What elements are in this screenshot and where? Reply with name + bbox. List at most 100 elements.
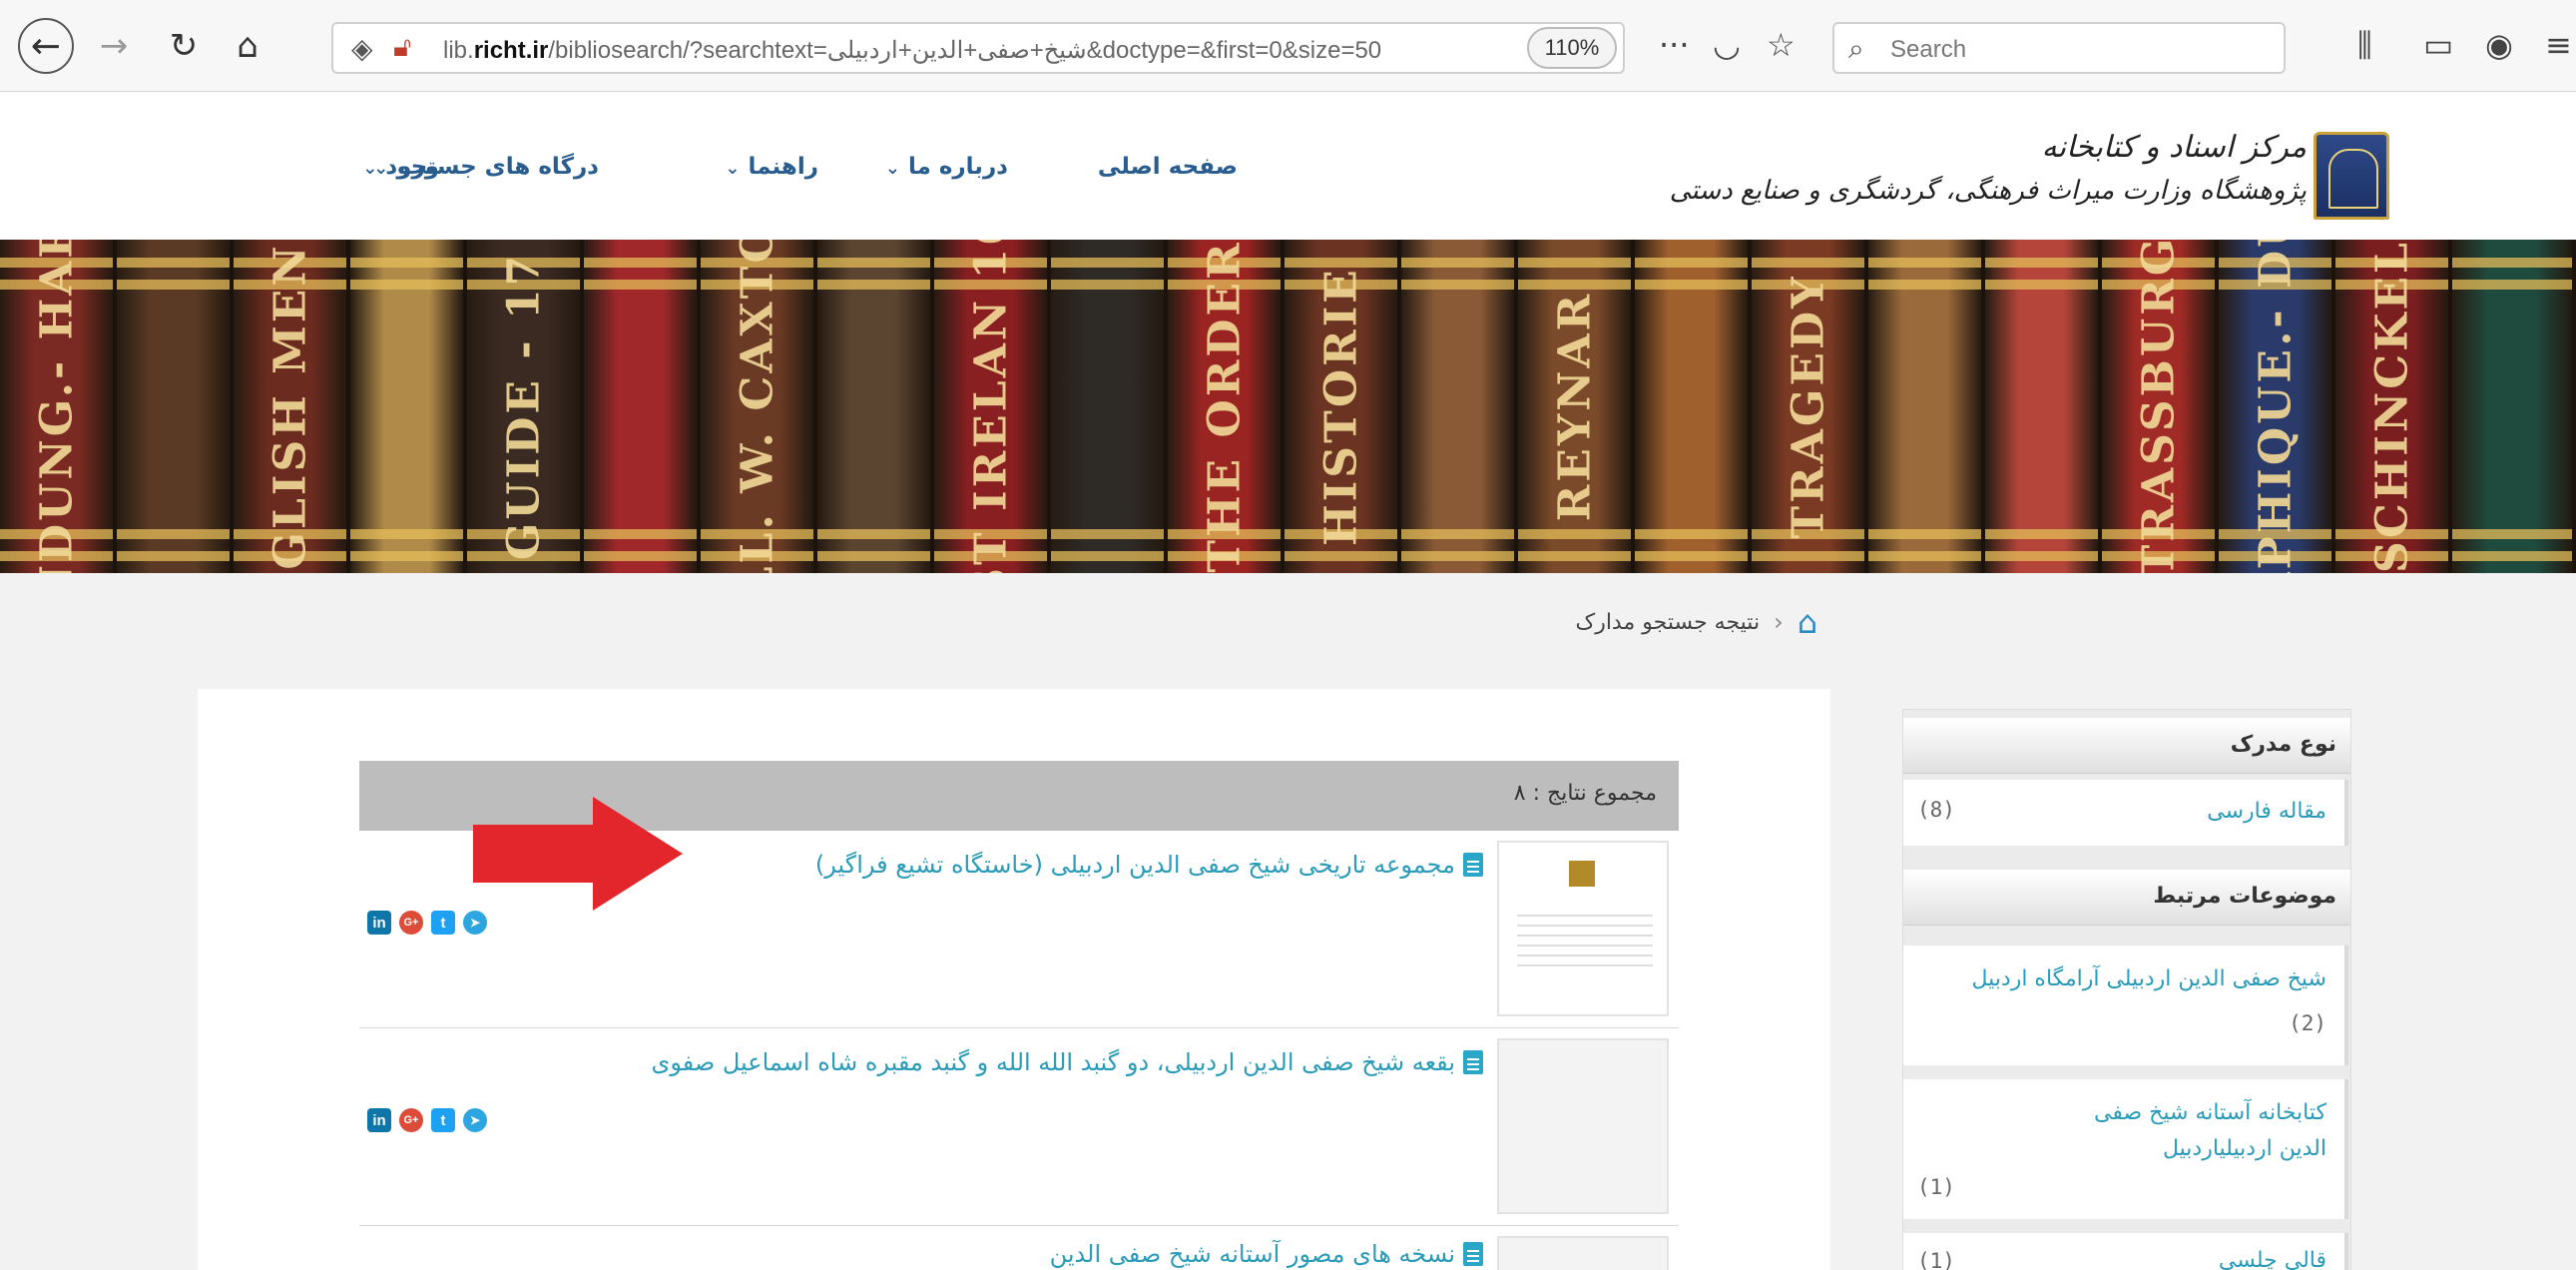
book-spine: GUIDE - 17 — [467, 240, 584, 573]
filter-item-doc-type[interactable]: مقاله فارسی (8) — [1903, 780, 2348, 846]
search-placeholder: Search — [1890, 36, 1967, 63]
book-spine — [1635, 240, 1752, 573]
result-title-link[interactable]: نسخه های مصور آستانه شیخ صفی الدین — [1050, 1240, 1483, 1268]
book-spine: APHIQUE.- DU — [2219, 240, 2335, 573]
book-spine-title: TRASSBURG — [2133, 240, 2184, 573]
home-icon[interactable]: ⌂ — [1798, 603, 1817, 641]
nav-guide[interactable]: راهنما⌄ — [725, 154, 818, 180]
book-spine: TRAGEDY — [1752, 240, 1868, 573]
book-spine: THE ORDER — [1168, 240, 1285, 573]
google-plus-icon[interactable]: G+ — [399, 1108, 423, 1132]
browser-search-input[interactable]: ⌕ Search — [1832, 22, 2286, 74]
chevron-down-icon: ⌄ — [725, 158, 741, 179]
book-spine — [817, 240, 934, 573]
book-spine — [1401, 240, 1518, 573]
share-buttons: in G+ t ➤ — [367, 1108, 487, 1132]
result-title-link[interactable]: مجموعه تاریخی شیخ صفی الدین اردبیلی (خاس… — [815, 851, 1483, 879]
linkedin-icon[interactable]: in — [367, 911, 391, 935]
book-spine: REYNAR — [1518, 240, 1635, 573]
book-spine-title: TRAGEDY — [1783, 274, 1833, 539]
result-thumbnail[interactable] — [1497, 1038, 1669, 1214]
search-icon: ⌕ — [1848, 32, 1864, 65]
bookmark-star-icon[interactable]: ☆ — [1767, 26, 1796, 64]
nav-login[interactable]: ورود⌄ — [362, 154, 439, 180]
book-spine: SCHINCKEL — [2335, 240, 2452, 573]
document-icon — [1463, 1050, 1483, 1074]
chevron-left-icon: ‹ — [1774, 608, 1784, 636]
book-spine-title: THE ORDER — [1199, 240, 1250, 573]
menu-icon[interactable]: ≡ — [2545, 26, 2572, 64]
telegram-icon[interactable]: ➤ — [463, 911, 487, 935]
book-spine — [1868, 240, 1985, 573]
sidebar-icon[interactable]: ▭ — [2423, 26, 2453, 64]
book-spine: HISTORIE — [1285, 240, 1401, 573]
book-spine — [584, 240, 701, 573]
breadcrumb: ⌂ ‹ نتیجه جستجو مدارک — [1576, 603, 1818, 641]
filter-item-related-topic[interactable]: قالی چلسی (1) — [1903, 1233, 2348, 1270]
header-banner-image: INDUNG.- HART GLISH MEN GUIDE - 17 ELL. W. … — [0, 240, 2576, 573]
forward-button[interactable]: → — [90, 22, 138, 70]
account-icon[interactable]: ◉ — [2485, 26, 2513, 64]
red-arrow-annotation — [473, 797, 683, 911]
filter-item-related-topic[interactable]: شیخ صفی الدین اردبیلی آرامگاه اردبیل (2) — [1903, 946, 2348, 1065]
book-spine-title: SCHINCKEL — [2366, 240, 2417, 573]
twitter-icon[interactable]: t — [431, 1108, 455, 1132]
book-spine-title: HISTORIE — [1315, 267, 1366, 546]
share-buttons: in G+ t ➤ — [367, 911, 487, 935]
nav-about[interactable]: درباره ما⌄ — [885, 154, 1008, 180]
home-icon: ⌂ — [237, 26, 258, 66]
result-thumbnail[interactable] — [1497, 841, 1669, 1016]
result-item: نسخه های مصور آستانه شیخ صفی الدین — [359, 1226, 1679, 1270]
library-icon[interactable]: ⫼ — [2357, 26, 2372, 65]
book-spine-title: GUIDE - 17 — [498, 252, 549, 561]
home-button[interactable]: ⌂ — [224, 22, 271, 70]
url-text: lib.richt.ir/bibliosearch/?searchtext=شی… — [443, 37, 1382, 64]
back-button[interactable]: ← — [18, 18, 74, 74]
book-spine: ELL. W. CAXTON — [701, 240, 817, 573]
book-spine: GLISH MEN — [234, 240, 350, 573]
book-spine — [1051, 240, 1168, 573]
google-plus-icon[interactable]: G+ — [399, 911, 423, 935]
insecure-lock-icon: 🔓︎ — [393, 30, 412, 63]
related-topics-heading: موضوعات مرتبط — [1903, 870, 2350, 926]
twitter-icon[interactable]: t — [431, 911, 455, 935]
reload-button[interactable]: ↻ — [160, 22, 208, 70]
book-spine-title: HIST IRELAN 1652 — [965, 240, 1016, 573]
book-spine-title: ELL. W. CAXTON — [732, 240, 782, 573]
linkedin-icon[interactable]: in — [367, 1108, 391, 1132]
browser-toolbar: ← → ↻ ⌂ ◈ 🔓︎ lib.richt.ir/bibliosearch/?… — [0, 0, 2576, 92]
reload-icon: ↻ — [169, 26, 199, 66]
book-spine: INDUNG.- HART — [0, 240, 117, 573]
arrow-left-icon: ← — [30, 25, 62, 67]
book-spine-title: REYNAR — [1549, 291, 1600, 522]
address-bar[interactable]: ◈ 🔓︎ lib.richt.ir/bibliosearch/?searchte… — [331, 22, 1625, 74]
logo-subtitle: پژوهشگاه وزارت میراث فرهنگی، گردشگری و ص… — [1669, 176, 2307, 206]
document-icon — [1463, 853, 1483, 877]
doc-type-heading: نوع مدرک — [1903, 718, 2350, 774]
chevron-down-icon: ⌄ — [362, 158, 378, 179]
book-spine: TRASSBURG — [2102, 240, 2219, 573]
book-spine — [350, 240, 467, 573]
shield-icon: ◈ — [351, 32, 373, 65]
filter-item-related-topic[interactable]: کتابخانه آستانه شیخ صفی الدین اردبیلیارد… — [1903, 1079, 2348, 1219]
book-spine-title: INDUNG.- HART — [31, 240, 82, 573]
logo-title: مرکز اسناد و کتابخانه — [2041, 130, 2307, 165]
chevron-down-icon: ⌄ — [884, 158, 900, 179]
book-spine — [117, 240, 234, 573]
book-spine: HIST IRELAN 1652 — [934, 240, 1051, 573]
book-spine — [1985, 240, 2102, 573]
zoom-level[interactable]: 110% — [1527, 27, 1617, 69]
book-spine-title: APHIQUE.- DU — [2250, 240, 2301, 573]
results-count: مجموع نتایج : ۸ — [1513, 781, 1657, 806]
site-header: مرکز اسناد و کتابخانه پژوهشگاه وزارت میر… — [0, 92, 2576, 240]
result-title-link[interactable]: بقعه شیخ صفی الدین اردبیلی، دو گنبد الله… — [652, 1048, 1483, 1076]
nav-home[interactable]: صفحه اصلی — [1098, 154, 1238, 180]
book-spine — [2452, 240, 2576, 573]
pocket-icon[interactable]: ◡ — [1713, 26, 1741, 64]
more-actions-icon[interactable]: ··· — [1659, 26, 1690, 64]
telegram-icon[interactable]: ➤ — [463, 1108, 487, 1132]
site-logo-icon[interactable] — [2314, 132, 2389, 220]
result-item: بقعه شیخ صفی الدین اردبیلی، دو گنبد الله… — [359, 1028, 1679, 1226]
result-thumbnail[interactable] — [1497, 1236, 1669, 1270]
breadcrumb-current: نتیجه جستجو مدارک — [1575, 609, 1761, 635]
